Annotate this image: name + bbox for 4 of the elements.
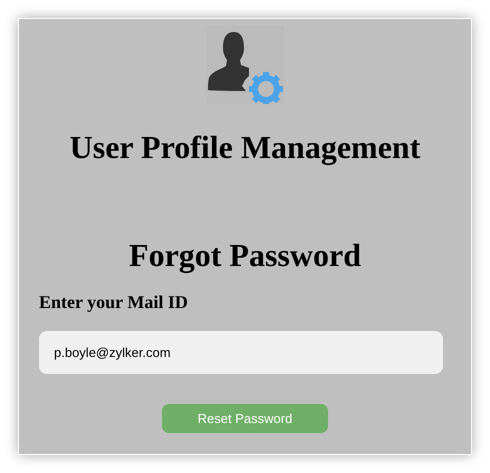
form-heading: Forgot Password [129,239,361,271]
field-label: Enter your Mail ID [39,293,189,311]
email-field[interactable]: p.boyle@zylker.com [39,331,443,374]
page-title: User Profile Management [70,131,420,163]
